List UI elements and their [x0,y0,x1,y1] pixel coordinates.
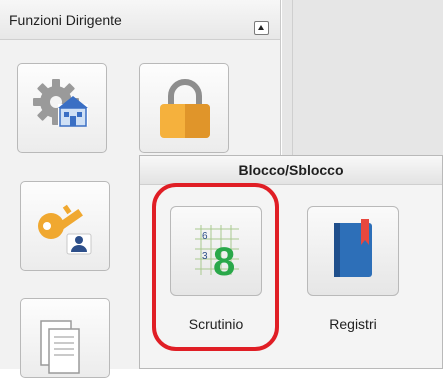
key-user-icon [38,204,92,255]
registri-label[interactable]: Registri [303,316,403,332]
collapse-up-icon[interactable] [254,21,269,35]
gear-school-icon [33,79,88,127]
popup-header: Blocco/Sblocco [140,156,442,185]
register-book-icon [334,219,372,277]
tile-documents[interactable] [20,298,110,378]
padlock-icon [160,79,210,138]
tile-settings-school[interactable] [17,63,107,153]
documents-icon [40,320,80,374]
panel-header: Funzioni Dirigente [0,0,280,40]
popup-title: Blocco/Sblocco [238,162,344,178]
registri-button[interactable] [307,206,399,296]
tile-lock[interactable] [139,63,229,153]
scrutinio-highlight-annotation [152,183,279,351]
tile-key-user[interactable] [20,181,110,271]
panel-title: Funzioni Dirigente [9,12,122,28]
